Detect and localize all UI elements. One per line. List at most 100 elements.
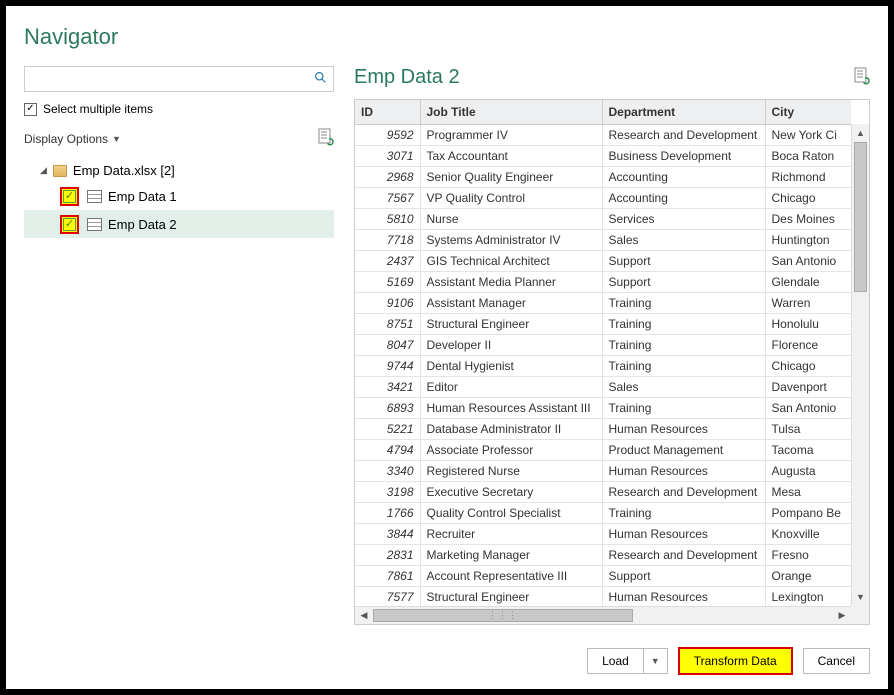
search-input[interactable] [31, 72, 314, 86]
cancel-button[interactable]: Cancel [804, 649, 869, 673]
table-row[interactable]: 7567VP Quality ControlAccountingChicago [355, 187, 851, 208]
cell-job: Assistant Media Planner [420, 271, 602, 292]
table-row[interactable]: 9592Programmer IVResearch and Developmen… [355, 124, 851, 145]
transform-data-button[interactable]: Transform Data [680, 649, 791, 673]
table-row[interactable]: 9106Assistant ManagerTrainingWarren [355, 292, 851, 313]
table-row[interactable]: 7577Structural EngineerHuman ResourcesLe… [355, 586, 851, 606]
col-header-id[interactable]: ID [355, 100, 420, 124]
col-header-city[interactable]: City [765, 100, 851, 124]
select-multiple-checkbox[interactable]: ✓ [24, 103, 37, 116]
cell-dept: Support [602, 250, 765, 271]
load-dropdown-button[interactable]: ▼ [643, 649, 667, 673]
table-row[interactable]: 3421EditorSalesDavenport [355, 376, 851, 397]
cell-id: 9106 [355, 292, 420, 313]
highlight-box: ✓ [60, 187, 79, 206]
cell-id: 5810 [355, 208, 420, 229]
table-row[interactable]: 4794Associate ProfessorProduct Managemen… [355, 439, 851, 460]
scroll-down-arrow-icon[interactable]: ▼ [852, 588, 869, 606]
search-box[interactable] [24, 66, 334, 92]
cell-dept: Training [602, 502, 765, 523]
tree-item-emp-data-1[interactable]: ✓ Emp Data 1 [24, 182, 334, 210]
cell-job: GIS Technical Architect [420, 250, 602, 271]
scroll-up-arrow-icon[interactable]: ▲ [852, 124, 869, 142]
table-row[interactable]: 2968Senior Quality EngineerAccountingRic… [355, 166, 851, 187]
cell-job: Executive Secretary [420, 481, 602, 502]
table-row[interactable]: 1766Quality Control SpecialistTrainingPo… [355, 502, 851, 523]
search-icon[interactable] [314, 71, 327, 87]
table-row[interactable]: 8751Structural EngineerTrainingHonolulu [355, 313, 851, 334]
table-row[interactable]: 2437GIS Technical ArchitectSupportSan An… [355, 250, 851, 271]
table-row[interactable]: 7861Account Representative IIISupportOra… [355, 565, 851, 586]
cell-city: Orange [765, 565, 851, 586]
table-row[interactable]: 6893Human Resources Assistant IIITrainin… [355, 397, 851, 418]
cell-city: Fresno [765, 544, 851, 565]
cell-dept: Training [602, 355, 765, 376]
tree-root-node[interactable]: ◢ Emp Data.xlsx [2] [24, 159, 334, 182]
col-header-job[interactable]: Job Title [420, 100, 602, 124]
caret-down-icon[interactable]: ◢ [40, 165, 47, 176]
load-button[interactable]: Load [588, 649, 643, 673]
preview-table: ID Job Title Department City 9592Program… [355, 100, 851, 606]
cell-city: Chicago [765, 355, 851, 376]
chevron-down-icon: ▼ [651, 656, 660, 666]
cell-city: Davenport [765, 376, 851, 397]
cell-dept: Training [602, 313, 765, 334]
cell-city: Augusta [765, 460, 851, 481]
load-button-group: Load ▼ [587, 648, 668, 674]
cell-id: 5221 [355, 418, 420, 439]
refresh-icon[interactable] [318, 128, 334, 149]
display-options-dropdown[interactable]: Display Options ▼ [24, 132, 121, 146]
cell-dept: Human Resources [602, 523, 765, 544]
cell-job: Quality Control Specialist [420, 502, 602, 523]
refresh-preview-icon[interactable] [854, 67, 870, 88]
cell-city: Glendale [765, 271, 851, 292]
cell-dept: Human Resources [602, 586, 765, 606]
table-row[interactable]: 3198Executive SecretaryResearch and Deve… [355, 481, 851, 502]
table-row[interactable]: 8047Developer IITrainingFlorence [355, 334, 851, 355]
dialog-footer: Load ▼ Transform Data Cancel [24, 647, 870, 675]
navigator-tree: ◢ Emp Data.xlsx [2] ✓ Emp Data 1 ✓ Emp D… [24, 159, 334, 238]
cell-id: 3340 [355, 460, 420, 481]
table-row[interactable]: 5810NurseServicesDes Moines [355, 208, 851, 229]
table-row[interactable]: 5221Database Administrator IIHuman Resou… [355, 418, 851, 439]
table-row[interactable]: 3340Registered NurseHuman ResourcesAugus… [355, 460, 851, 481]
cell-id: 7718 [355, 229, 420, 250]
cell-city: Richmond [765, 166, 851, 187]
tree-root-label: Emp Data.xlsx [2] [73, 163, 175, 178]
select-multiple-row[interactable]: ✓ Select multiple items [24, 102, 334, 116]
cell-city: Mesa [765, 481, 851, 502]
table-row[interactable]: 3071Tax AccountantBusiness DevelopmentBo… [355, 145, 851, 166]
cell-dept: Business Development [602, 145, 765, 166]
cell-dept: Sales [602, 376, 765, 397]
scrollbar-thumb[interactable] [854, 142, 867, 292]
tree-item-checkbox[interactable]: ✓ [63, 190, 76, 203]
table-row[interactable]: 7718Systems Administrator IVSalesHunting… [355, 229, 851, 250]
horizontal-scrollbar[interactable]: ◀ ⋮⋮⋮ ▶ [355, 606, 851, 624]
chevron-down-icon: ▼ [112, 134, 121, 144]
scroll-left-arrow-icon[interactable]: ◀ [355, 607, 373, 624]
vertical-scrollbar[interactable]: ▲ ▼ [851, 124, 869, 606]
dialog-title: Navigator [24, 24, 870, 50]
table-row[interactable]: 9744Dental HygienistTrainingChicago [355, 355, 851, 376]
table-row[interactable]: 5169Assistant Media PlannerSupportGlenda… [355, 271, 851, 292]
scroll-right-arrow-icon[interactable]: ▶ [833, 607, 851, 624]
tree-item-checkbox[interactable]: ✓ [63, 218, 76, 231]
cell-id: 7861 [355, 565, 420, 586]
table-row[interactable]: 3844RecruiterHuman ResourcesKnoxville [355, 523, 851, 544]
worksheet-icon [87, 218, 102, 231]
cell-city: Florence [765, 334, 851, 355]
cell-dept: Training [602, 334, 765, 355]
cell-dept: Sales [602, 229, 765, 250]
scrollbar-thumb[interactable]: ⋮⋮⋮ [373, 609, 633, 622]
tree-item-emp-data-2[interactable]: ✓ Emp Data 2 [24, 210, 334, 238]
cell-dept: Training [602, 397, 765, 418]
scrollbar-corner [851, 606, 869, 624]
cell-job: Database Administrator II [420, 418, 602, 439]
cell-city: Tacoma [765, 439, 851, 460]
table-row[interactable]: 2831Marketing ManagerResearch and Develo… [355, 544, 851, 565]
cell-id: 4794 [355, 439, 420, 460]
cell-job: Human Resources Assistant III [420, 397, 602, 418]
col-header-dept[interactable]: Department [602, 100, 765, 124]
tree-item-label: Emp Data 1 [108, 189, 177, 204]
cell-job: Structural Engineer [420, 313, 602, 334]
